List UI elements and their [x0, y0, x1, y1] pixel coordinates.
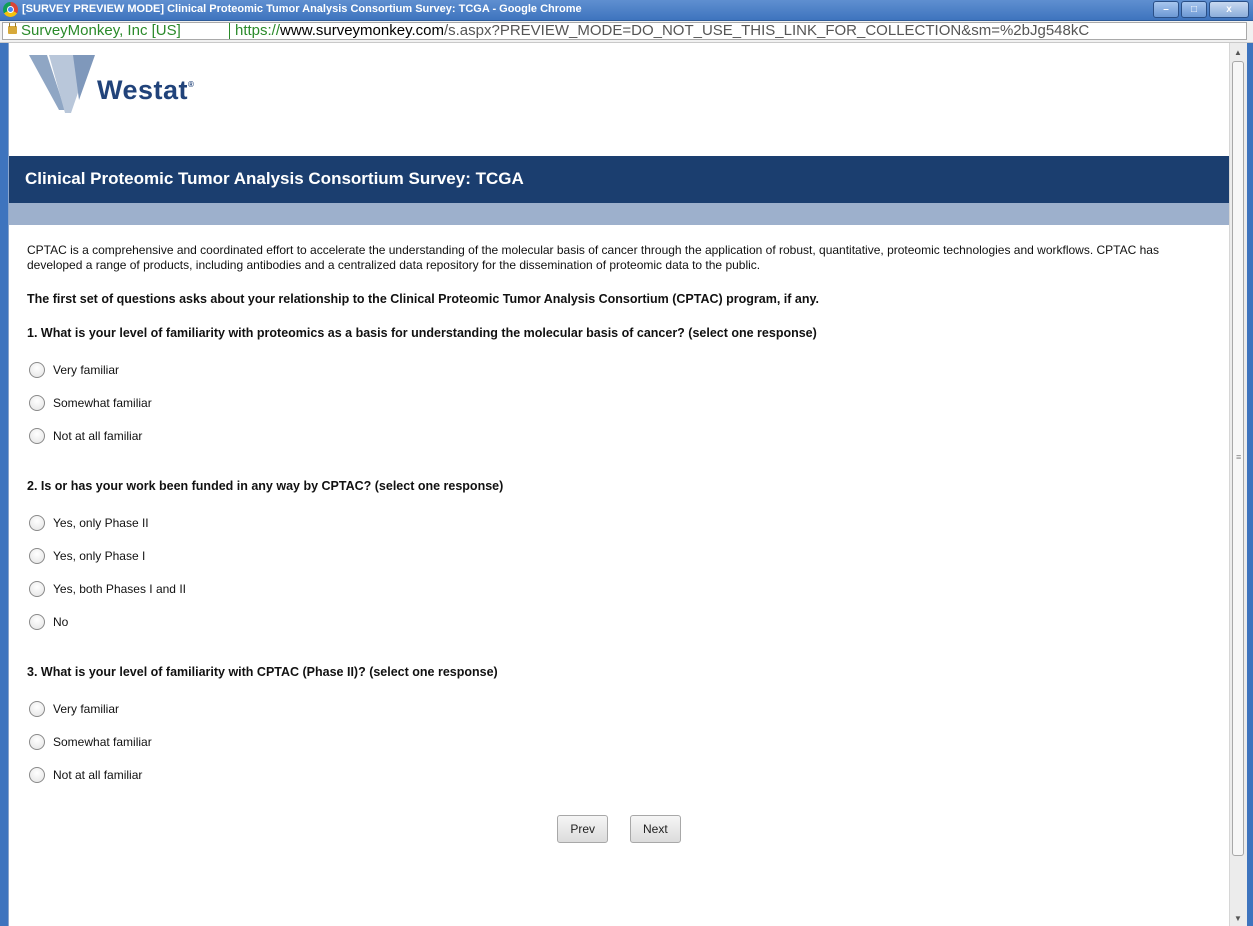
option-not-at-all-familiar[interactable]: Not at all familiar — [27, 758, 1217, 791]
radio-button[interactable] — [29, 394, 45, 411]
radio-button[interactable] — [29, 700, 45, 717]
option-yes-phase-2[interactable]: Yes, only Phase II — [27, 506, 1217, 539]
next-button[interactable]: Next — [630, 815, 681, 843]
option-very-familiar[interactable]: Very familiar — [27, 353, 1217, 386]
option-label[interactable]: Yes, only Phase I — [53, 549, 145, 563]
window-controls: – □ x — [1151, 1, 1249, 18]
option-very-familiar[interactable]: Very familiar — [27, 692, 1217, 725]
option-yes-both-phases[interactable]: Yes, both Phases I and II — [27, 572, 1217, 605]
radio-button[interactable] — [29, 580, 45, 597]
radio-button[interactable] — [29, 361, 45, 378]
option-not-at-all-familiar[interactable]: Not at all familiar — [27, 419, 1217, 452]
ev-divider — [229, 23, 230, 39]
scroll-grip-icon: ≡ — [1236, 452, 1242, 462]
url-host: www.surveymonkey.com — [280, 22, 444, 39]
survey-navigation: Prev Next — [9, 815, 1229, 843]
intro-text: CPTAC is a comprehensive and coordinated… — [27, 243, 1159, 272]
radio-button[interactable] — [29, 733, 45, 750]
window-title: [SURVEY PREVIEW MODE] Clinical Proteomic… — [22, 3, 582, 15]
window-frame-left — [0, 43, 8, 926]
page-viewport: Westat® Clinical Proteomic Tumor Analysi… — [8, 43, 1229, 926]
option-label[interactable]: Yes, only Phase II — [53, 516, 149, 530]
question-text: 3. What is your level of familiarity wit… — [27, 665, 498, 679]
window-frame-right — [1247, 43, 1253, 926]
option-label[interactable]: Not at all familiar — [53, 429, 142, 443]
westat-logo-text: Westat® — [97, 75, 194, 106]
registered-mark: ® — [188, 80, 195, 89]
radio-button[interactable] — [29, 547, 45, 564]
option-label[interactable]: Somewhat familiar — [53, 735, 152, 749]
option-label[interactable]: Somewhat familiar — [53, 396, 152, 410]
option-label[interactable]: Very familiar — [53, 702, 119, 716]
westat-logo-mark — [29, 55, 95, 113]
question-text: 2. Is or has your work been funded in an… — [27, 479, 504, 493]
survey-content: CPTAC is a comprehensive and coordinated… — [27, 243, 1217, 818]
banner-strip — [9, 203, 1229, 225]
scroll-down-arrow-icon[interactable]: ▼ — [1234, 914, 1242, 923]
section-heading: The first set of questions asks about yo… — [27, 292, 820, 306]
page-title: Clinical Proteomic Tumor Analysis Consor… — [25, 169, 524, 188]
radio-button[interactable] — [29, 613, 45, 630]
option-label[interactable]: Very familiar — [53, 363, 119, 377]
option-yes-phase-1[interactable]: Yes, only Phase I — [27, 539, 1217, 572]
option-label[interactable]: No — [53, 615, 68, 629]
url-input[interactable]: SurveyMonkey, Inc [US] https://www.surve… — [2, 22, 1247, 40]
westat-logo: Westat® — [29, 55, 229, 115]
close-button[interactable]: x — [1209, 1, 1249, 18]
survey-banner: Clinical Proteomic Tumor Analysis Consor… — [9, 156, 1229, 203]
radio-button[interactable] — [29, 427, 45, 444]
url-text: https://www.surveymonkey.com/s.aspx?PREV… — [235, 23, 1089, 39]
option-somewhat-familiar[interactable]: Somewhat familiar — [27, 386, 1217, 419]
option-somewhat-familiar[interactable]: Somewhat familiar — [27, 725, 1217, 758]
question-3: 3. What is your level of familiarity wit… — [27, 665, 1217, 791]
logo-word: Westat — [97, 75, 189, 105]
prev-button[interactable]: Prev — [557, 815, 608, 843]
chrome-icon — [3, 2, 18, 17]
option-no[interactable]: No — [27, 605, 1217, 638]
scrollbar-thumb[interactable]: ≡ — [1232, 61, 1244, 856]
radio-button[interactable] — [29, 766, 45, 783]
option-label[interactable]: Yes, both Phases I and II — [53, 582, 186, 596]
window-title-bar[interactable]: [SURVEY PREVIEW MODE] Clinical Proteomic… — [0, 0, 1253, 21]
maximize-button[interactable]: □ — [1181, 1, 1207, 18]
scroll-up-arrow-icon[interactable]: ▲ — [1234, 48, 1242, 57]
question-1: 1. What is your level of familiarity wit… — [27, 326, 1217, 452]
address-bar: SurveyMonkey, Inc [US] https://www.surve… — [0, 21, 1253, 43]
vertical-scrollbar[interactable]: ▲ ≡ ▼ — [1229, 43, 1247, 926]
url-scheme: https:// — [235, 22, 281, 39]
question-2: 2. Is or has your work been funded in an… — [27, 479, 1217, 638]
url-path: /s.aspx?PREVIEW_MODE=DO_NOT_USE_THIS_LIN… — [443, 22, 1090, 39]
option-label[interactable]: Not at all familiar — [53, 768, 142, 782]
minimize-button[interactable]: – — [1153, 1, 1179, 18]
radio-button[interactable] — [29, 514, 45, 531]
question-text: 1. What is your level of familiarity wit… — [27, 326, 817, 340]
ev-certificate-label[interactable]: SurveyMonkey, Inc [US] — [7, 23, 181, 39]
